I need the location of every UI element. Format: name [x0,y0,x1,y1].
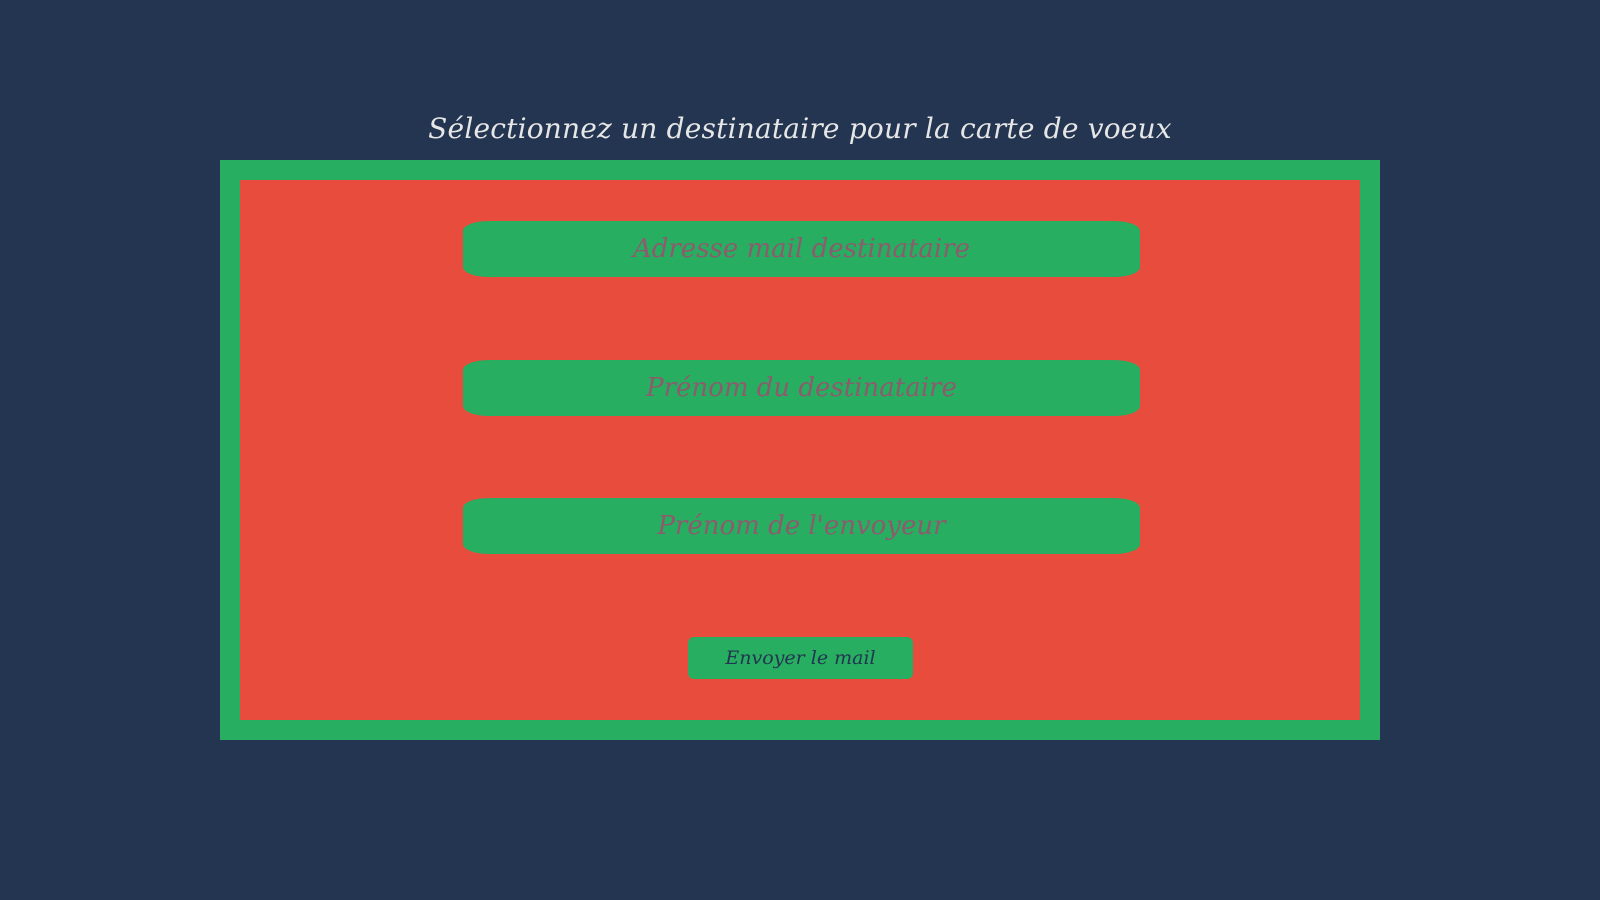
recipient-first-name-input[interactable] [463,360,1140,416]
card-frame: Envoyer le mail [220,160,1380,740]
recipient-email-input[interactable] [463,221,1140,277]
recipient-form: Envoyer le mail [240,180,1360,720]
sender-first-name-input[interactable] [463,498,1140,554]
send-mail-button[interactable]: Envoyer le mail [688,637,913,679]
page: Sélectionnez un destinataire pour la car… [0,0,1600,900]
page-title: Sélectionnez un destinataire pour la car… [428,112,1172,145]
